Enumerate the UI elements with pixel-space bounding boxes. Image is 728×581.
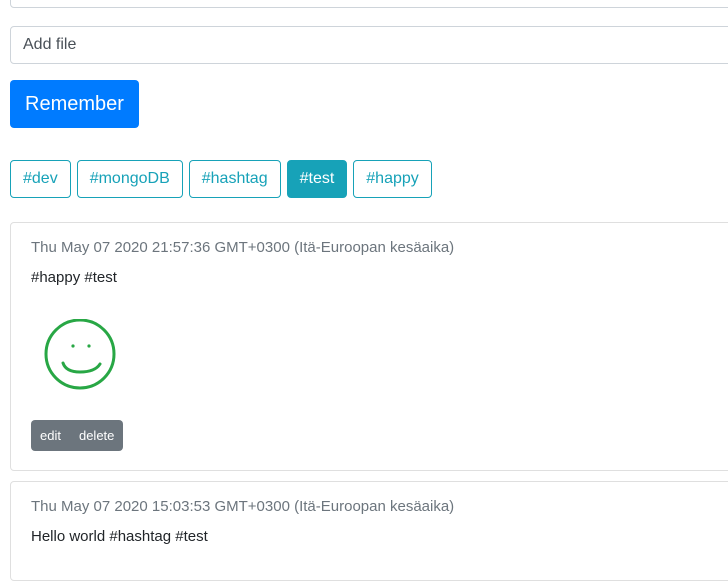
tag-filter-bar: #dev #mongoDB #hashtag #test #happy: [10, 160, 432, 198]
tag-button-test[interactable]: #test: [286, 160, 348, 198]
add-file-input[interactable]: Add file: [10, 26, 728, 64]
post-card: Thu May 07 2020 15:03:53 GMT+0300 (Itä-E…: [10, 481, 728, 581]
edit-button[interactable]: edit: [31, 420, 70, 451]
post-text: #happy #test: [31, 269, 117, 286]
post-card: Thu May 07 2020 21:57:36 GMT+0300 (Itä-E…: [10, 222, 728, 471]
post-actions: edit delete: [31, 420, 124, 451]
text-input[interactable]: [10, 0, 728, 8]
remember-button[interactable]: Remember: [10, 80, 139, 128]
tag-button-mongodb[interactable]: #mongoDB: [76, 160, 183, 198]
tag-button-dev[interactable]: #dev: [10, 160, 71, 198]
tag-button-happy[interactable]: #happy: [353, 160, 432, 198]
post-date: Thu May 07 2020 15:03:53 GMT+0300 (Itä-E…: [31, 498, 455, 515]
add-file-placeholder: Add file: [23, 36, 77, 53]
post-date: Thu May 07 2020 21:57:36 GMT+0300 (Itä-E…: [31, 239, 455, 256]
smiley-drawing-image: [44, 319, 116, 390]
delete-button[interactable]: delete: [70, 420, 123, 451]
tag-button-hashtag[interactable]: #hashtag: [188, 160, 281, 198]
post-text: Hello world #hashtag #test: [31, 528, 208, 545]
